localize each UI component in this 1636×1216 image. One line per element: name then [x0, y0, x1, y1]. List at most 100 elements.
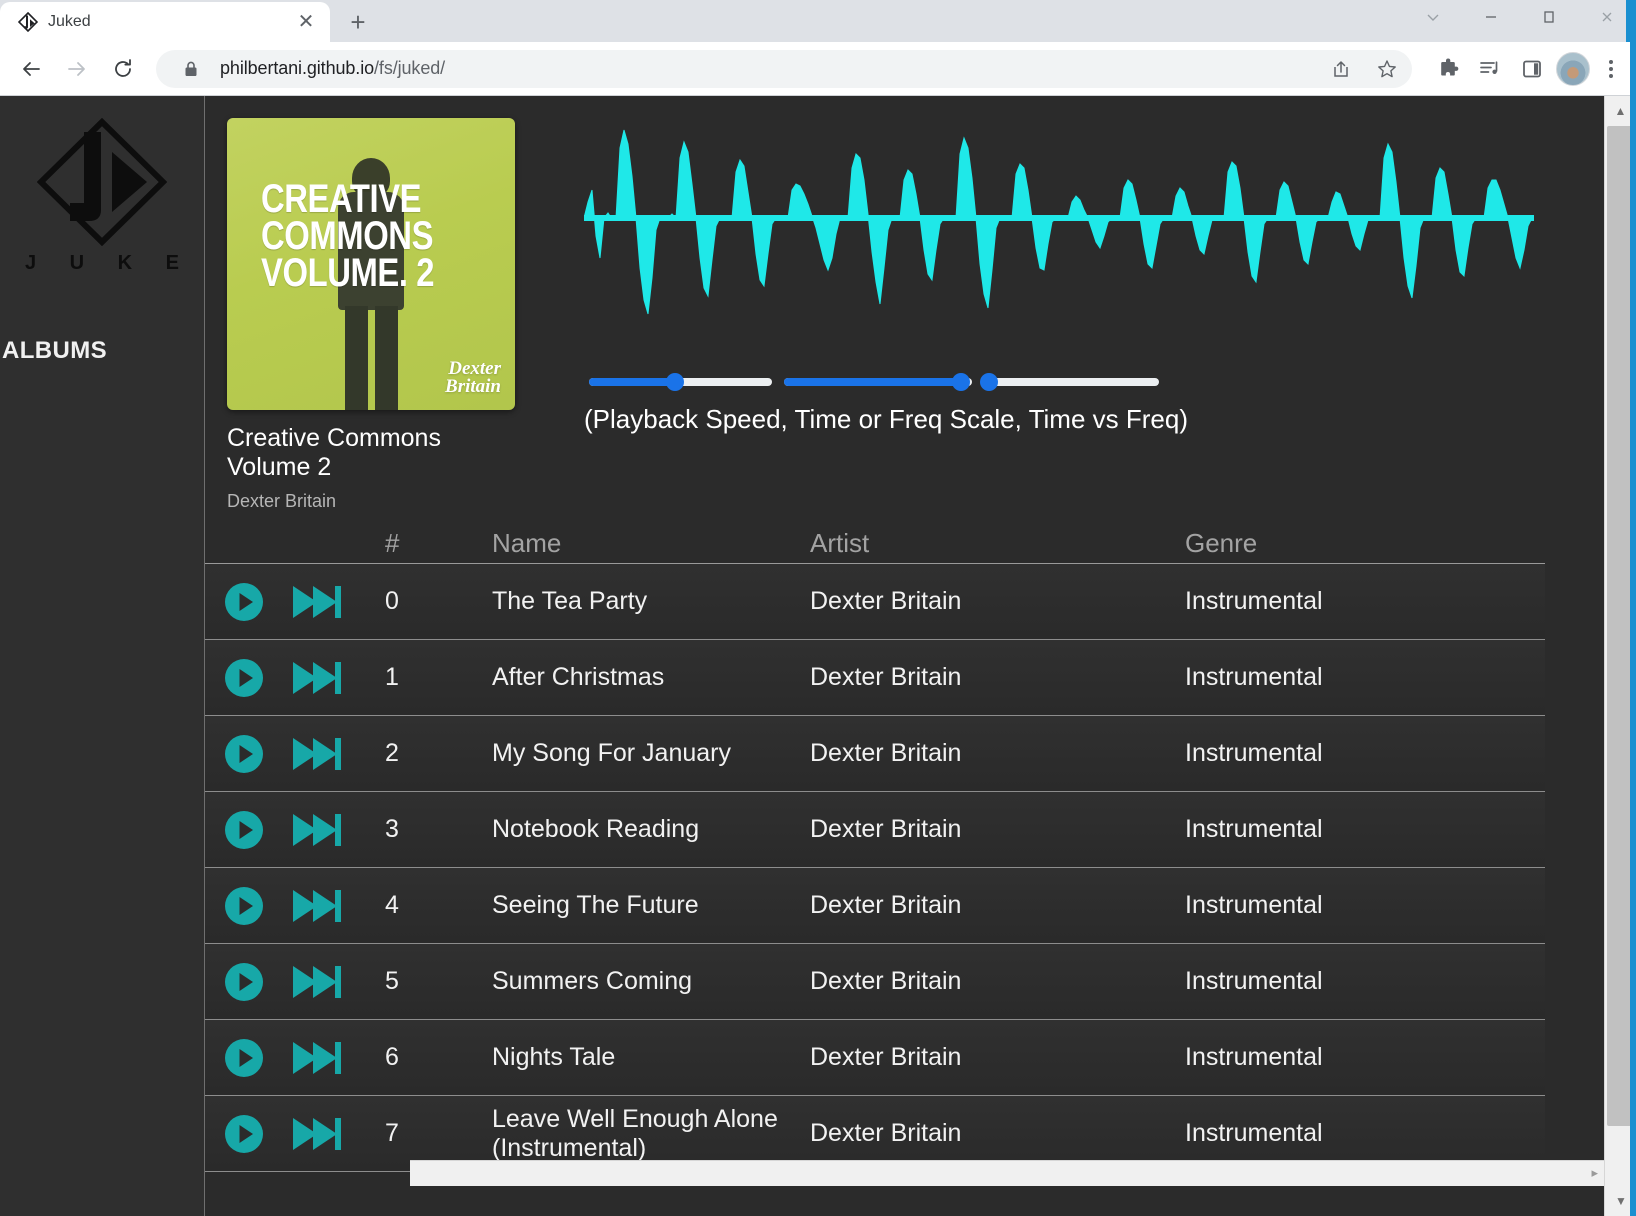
url-text: philbertani.github.io/fs/juked/	[220, 58, 1312, 79]
app-logo[interactable]: J U K E	[0, 118, 204, 275]
track-name: Leave Well Enough Alone (Instrumental)	[492, 1104, 778, 1162]
tracklist-body: 0 The Tea Party Dexter Britain Instrumental…	[205, 564, 1545, 1172]
cover-signature: Dexter Britain	[445, 358, 501, 397]
playback-speed-slider[interactable]	[589, 373, 772, 391]
play-circle-icon[interactable]	[223, 657, 265, 699]
track-artist: Dexter Britain	[810, 587, 962, 615]
track-artist: Dexter Britain	[810, 663, 962, 691]
tab-search-icon[interactable]	[1404, 0, 1462, 34]
media-playlist-icon[interactable]	[1472, 51, 1508, 87]
cover-title-text: CREATIVE COMMONS VOLUME. 2	[261, 177, 456, 292]
browser-tab[interactable]: Juked ✕	[0, 2, 330, 42]
table-row[interactable]: 6 Nights Tale Dexter Britain Instrumental	[205, 1020, 1545, 1096]
play-circle-icon[interactable]	[223, 1113, 265, 1155]
skip-forward-icon[interactable]	[291, 1037, 343, 1079]
column-header-name[interactable]: Name	[492, 528, 810, 559]
slider-thumb[interactable]	[951, 373, 970, 391]
track-number: 1	[385, 663, 399, 691]
play-circle-icon[interactable]	[223, 733, 265, 775]
juke-diamond-icon	[18, 12, 38, 32]
column-header-genre[interactable]: Genre	[1185, 528, 1545, 559]
slider-thumb[interactable]	[980, 373, 999, 391]
reload-icon[interactable]	[102, 48, 144, 90]
visualizer-caption: (Playback Speed, Time or Freq Scale, Tim…	[584, 404, 1188, 434]
table-row[interactable]: 0 The Tea Party Dexter Britain Instrumental	[205, 564, 1545, 640]
share-icon[interactable]	[1324, 52, 1358, 86]
cover-line-1: CREATIVE	[261, 177, 422, 221]
album-cover-column: CREATIVE COMMONS VOLUME. 2 Dexter Britai…	[227, 118, 519, 512]
slider-thumb[interactable]	[666, 373, 684, 391]
app-content: CREATIVE COMMONS VOLUME. 2 Dexter Britai…	[205, 96, 1636, 1216]
play-circle-icon[interactable]	[223, 581, 265, 623]
scroll-right-arrow-icon[interactable]: ▸	[1591, 1165, 1598, 1181]
kebab-menu-icon[interactable]	[1596, 59, 1626, 78]
time-freq-scale-slider[interactable]	[784, 373, 972, 391]
lock-icon	[174, 52, 208, 86]
juke-diamond-logo	[37, 118, 167, 246]
track-artist: Dexter Britain	[810, 967, 962, 995]
track-genre: Instrumental	[1185, 739, 1323, 767]
skip-forward-icon[interactable]	[291, 733, 343, 775]
slider-track	[984, 378, 1159, 386]
table-row[interactable]: 2 My Song For January Dexter Britain Instru…	[205, 716, 1545, 792]
app-sidebar: J U K E ALBUMS	[0, 96, 205, 1216]
play-circle-icon[interactable]	[223, 885, 265, 927]
play-circle-icon[interactable]	[223, 809, 265, 851]
skip-forward-icon[interactable]	[291, 885, 343, 927]
url-host: philbertani.github.io	[220, 58, 375, 78]
new-tab-button[interactable]: +	[336, 4, 380, 40]
tracklist-table: # Name Artist Genre 0 The Tea Party Dexter…	[205, 518, 1545, 1172]
side-panel-icon[interactable]	[1514, 51, 1550, 87]
table-row[interactable]: 5 Summers Coming Dexter Britain Instrumenta…	[205, 944, 1545, 1020]
album-title: Creative Commons Volume 2	[227, 424, 441, 481]
extensions-icon[interactable]	[1430, 51, 1466, 87]
column-header-number[interactable]: #	[385, 528, 492, 559]
skip-forward-icon[interactable]	[291, 1113, 343, 1155]
skip-forward-icon[interactable]	[291, 809, 343, 851]
forward-icon[interactable]	[56, 48, 98, 90]
sidebar-item-albums[interactable]: ALBUMS	[0, 337, 204, 365]
table-row[interactable]: 4 Seeing The Future Dexter Britain Instrume…	[205, 868, 1545, 944]
browser-toolbar: philbertani.github.io/fs/juked/	[0, 42, 1636, 96]
minimize-icon[interactable]	[1462, 0, 1520, 34]
track-artist: Dexter Britain	[810, 1043, 962, 1071]
page-bottom-strip	[410, 1186, 1604, 1216]
audio-waveform[interactable]	[584, 118, 1534, 318]
track-artist: Dexter Britain	[810, 815, 962, 843]
skip-forward-icon[interactable]	[291, 581, 343, 623]
horizontal-scroll-thumb[interactable]	[412, 1163, 1636, 1185]
star-icon[interactable]	[1370, 52, 1404, 86]
cover-signature-line-2: Britain	[445, 375, 501, 397]
album-cover-art[interactable]: CREATIVE COMMONS VOLUME. 2 Dexter Britai…	[227, 118, 515, 410]
tab-strip: Juked ✕ +	[0, 0, 1636, 42]
tab-title: Juked	[48, 13, 91, 30]
time-vs-freq-slider[interactable]	[980, 373, 1159, 391]
back-icon[interactable]	[10, 48, 52, 90]
column-header-artist[interactable]: Artist	[810, 528, 1185, 559]
browser-window: Juked ✕ + philbertani.github.io/fs/juked…	[0, 0, 1636, 1216]
track-genre: Instrumental	[1185, 663, 1323, 691]
play-circle-icon[interactable]	[223, 1037, 265, 1079]
track-name: Nights Tale	[492, 1043, 616, 1071]
maximize-icon[interactable]	[1520, 0, 1578, 34]
horizontal-scrollbar[interactable]: ▸	[410, 1160, 1636, 1186]
track-number: 3	[385, 815, 399, 843]
table-row[interactable]: 3 Notebook Reading Dexter Britain Instrumen…	[205, 792, 1545, 868]
play-circle-icon[interactable]	[223, 961, 265, 1003]
track-number: 7	[385, 1119, 399, 1147]
track-genre: Instrumental	[1185, 891, 1323, 919]
skip-forward-icon[interactable]	[291, 657, 343, 699]
track-name: Seeing The Future	[492, 891, 699, 919]
track-name: My Song For January	[492, 739, 731, 767]
track-genre: Instrumental	[1185, 587, 1323, 615]
table-row[interactable]: 1 After Christmas Dexter Britain Instrument…	[205, 640, 1545, 716]
close-icon[interactable]: ✕	[294, 10, 318, 34]
track-name: The Tea Party	[492, 587, 648, 615]
background-window-strip	[1630, 0, 1636, 1216]
track-name: After Christmas	[492, 663, 665, 691]
address-bar[interactable]: philbertani.github.io/fs/juked/	[156, 49, 1412, 88]
skip-forward-icon[interactable]	[291, 961, 343, 1003]
avatar[interactable]	[1556, 51, 1590, 86]
track-number: 4	[385, 891, 399, 919]
album-artist: Dexter Britain	[227, 491, 337, 511]
